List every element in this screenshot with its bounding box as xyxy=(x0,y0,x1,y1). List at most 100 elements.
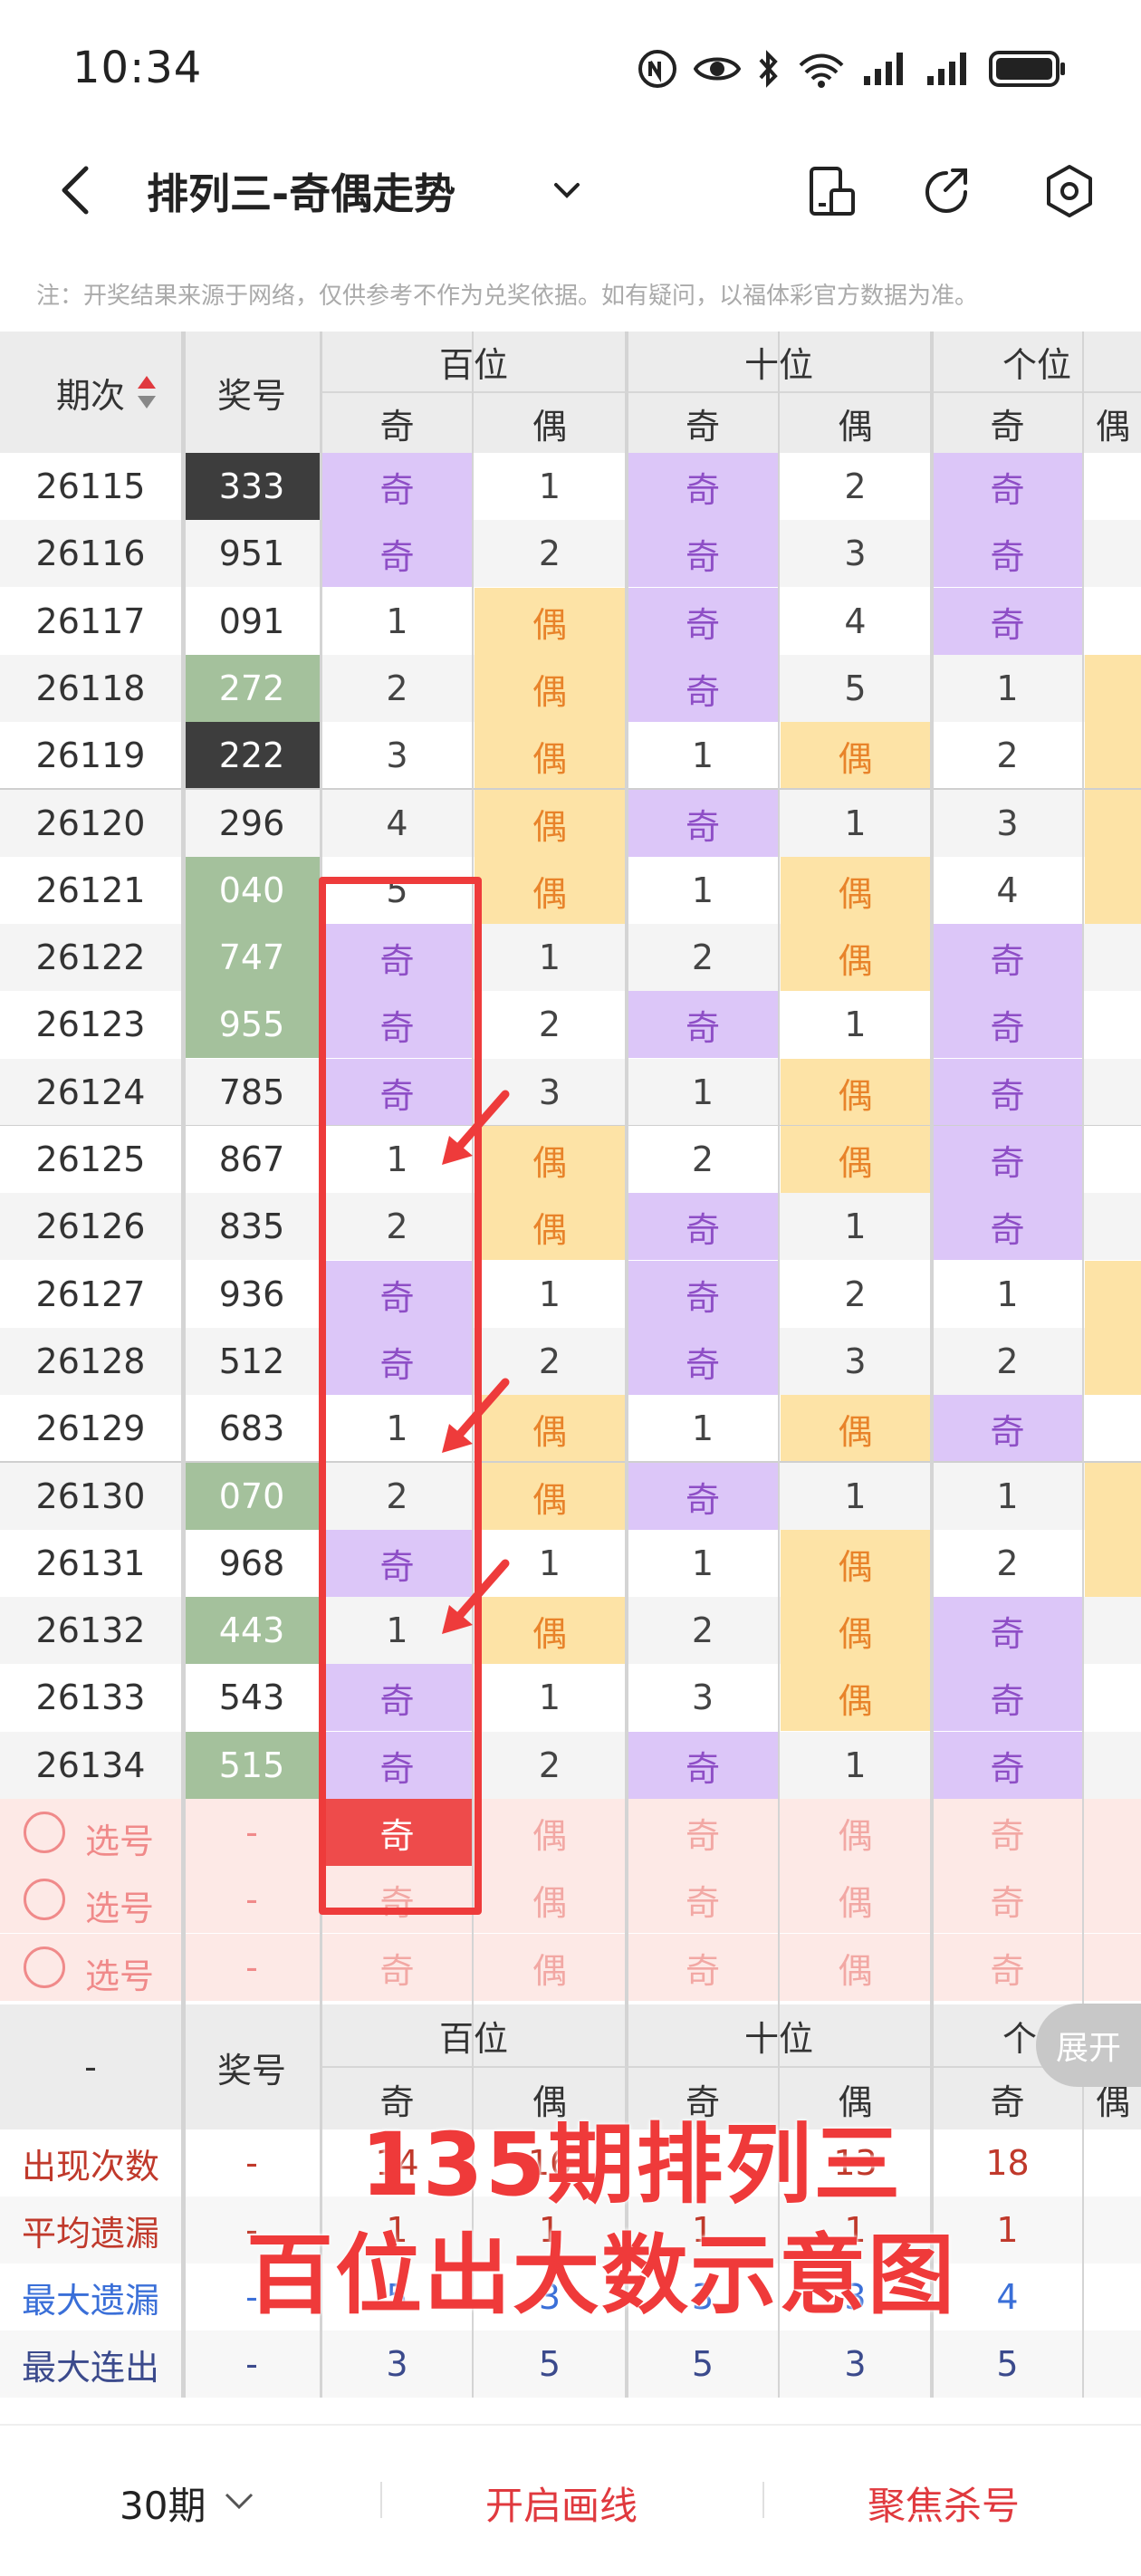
select-option[interactable]: 奇 xyxy=(322,1934,472,2001)
focus-kill-button[interactable]: 聚焦杀号 xyxy=(868,2475,1020,2531)
status-bar: 10:34 xyxy=(0,0,1141,136)
select-option[interactable]: 偶 xyxy=(475,1934,625,2001)
odd-miss-cell: 2 xyxy=(691,937,714,977)
issue-cell: 26131 xyxy=(35,1543,146,1583)
issue-cell: 26134 xyxy=(35,1745,146,1785)
even-miss-cell: 2 xyxy=(538,533,561,573)
even-hit-cell: 偶 xyxy=(475,1463,625,1530)
stats-label: 平均遗漏 xyxy=(21,2213,159,2254)
column-divider xyxy=(930,332,934,2398)
odd-hit-cell: 奇 xyxy=(933,1732,1082,1799)
toolbar-divider xyxy=(762,2482,764,2518)
arrow-annotation-icon xyxy=(442,1559,510,1634)
even-cell-clipped xyxy=(1085,722,1141,789)
odd-miss-cell: 1 xyxy=(691,870,714,910)
select-option[interactable]: 偶 xyxy=(475,1866,625,1933)
issue-cell: 26120 xyxy=(35,803,146,843)
select-option[interactable]: 偶 xyxy=(781,1934,930,2001)
odd-hit-cell: 奇 xyxy=(628,1463,778,1530)
odd-hit-cell: 奇 xyxy=(628,520,778,587)
overlay-title-line2: 百位出大数示意图 xyxy=(246,2225,956,2326)
number-cell: 515 xyxy=(184,1732,320,1799)
device-switch-icon[interactable] xyxy=(801,161,860,221)
nfc-icon xyxy=(638,50,676,88)
select-option[interactable]: 偶 xyxy=(475,1799,625,1866)
odd-hit-cell: 奇 xyxy=(628,991,778,1058)
chevron-down-icon[interactable] xyxy=(551,174,583,207)
odd-hit-cell: 奇 xyxy=(933,1059,1082,1126)
even-cell-clipped xyxy=(1085,1664,1141,1731)
select-radio-icon[interactable] xyxy=(24,1946,65,1988)
issue-cell: 26116 xyxy=(35,533,146,573)
odd-miss-cell: 1 xyxy=(691,1072,714,1112)
even-miss-cell: 2 xyxy=(844,1274,867,1314)
select-label: 选号 xyxy=(85,1821,155,1861)
even-cell-clipped xyxy=(1085,790,1141,857)
even-cell-clipped xyxy=(1085,1463,1141,1530)
number-cell: 296 xyxy=(218,803,285,843)
even-hit-cell: 偶 xyxy=(475,857,625,924)
share-icon[interactable] xyxy=(916,161,976,221)
stats-value: 18 xyxy=(985,2143,1030,2183)
even-miss-cell: 3 xyxy=(844,1341,867,1381)
issue-cell: 26115 xyxy=(35,466,146,506)
sort-icon[interactable] xyxy=(136,374,158,410)
period-select[interactable]: 30期 xyxy=(120,2475,206,2531)
odd-miss-cell: 4 xyxy=(996,870,1019,910)
even-hit-cell: 偶 xyxy=(781,1395,930,1462)
page-title[interactable]: 排列三-奇偶走势 xyxy=(147,161,455,221)
expand-button[interactable]: 展开 xyxy=(1036,2004,1141,2087)
select-option[interactable]: 奇 xyxy=(933,1799,1082,1866)
back-arrow-icon[interactable] xyxy=(50,161,104,219)
even-cell-clipped xyxy=(1085,1126,1141,1193)
draw-line-button[interactable]: 开启画线 xyxy=(485,2475,638,2531)
even-hit-cell: 偶 xyxy=(781,857,930,924)
select-option[interactable]: 偶 xyxy=(781,1866,930,1933)
select-option[interactable]: 奇 xyxy=(628,1866,778,1933)
number-cell: 785 xyxy=(218,1072,285,1112)
battery-icon xyxy=(989,51,1065,87)
stats-header-dash: - xyxy=(84,2047,97,2087)
odd-miss-cell: 3 xyxy=(386,735,408,775)
stats-value: 3 xyxy=(844,2344,867,2384)
eye-icon xyxy=(694,57,741,81)
odd-miss-cell: 2 xyxy=(996,1543,1019,1583)
status-time: 10:34 xyxy=(72,43,203,93)
chevron-down-icon[interactable] xyxy=(223,2491,255,2513)
issue-cell: 26117 xyxy=(35,601,146,641)
even-miss-cell: 1 xyxy=(844,1476,867,1516)
select-dash: - xyxy=(245,1879,258,1919)
select-option[interactable]: 奇 xyxy=(628,1799,778,1866)
even-hit-cell: 偶 xyxy=(781,924,930,991)
select-radio-icon[interactable] xyxy=(24,1879,65,1920)
even-hit-cell: 偶 xyxy=(475,1193,625,1260)
odd-miss-cell: 2 xyxy=(996,1341,1019,1381)
settings-icon[interactable] xyxy=(1040,161,1099,221)
odd-hit-cell: 奇 xyxy=(933,991,1082,1058)
issue-cell: 26124 xyxy=(35,1072,146,1112)
number-cell: 955 xyxy=(184,991,320,1058)
select-option[interactable]: 奇 xyxy=(628,1934,778,2001)
select-option[interactable]: 奇 xyxy=(933,1934,1082,2001)
bluetooth-icon xyxy=(759,50,778,88)
select-radio-icon[interactable] xyxy=(24,1812,65,1853)
odd-hit-cell: 奇 xyxy=(933,1395,1082,1462)
even-cell-clipped xyxy=(1085,1530,1141,1597)
select-option[interactable]: 偶 xyxy=(781,1799,930,1866)
number-cell: 091 xyxy=(218,601,285,641)
even-hit-cell: 偶 xyxy=(475,588,625,655)
issue-cell: 26118 xyxy=(35,668,146,708)
subheader-even: 偶 xyxy=(1095,406,1130,447)
odd-hit-cell: 奇 xyxy=(933,588,1082,655)
issue-cell: 26126 xyxy=(35,1206,146,1246)
even-cell-clipped xyxy=(1085,1328,1141,1395)
subheader-odd: 奇 xyxy=(685,406,720,447)
number-cell: 936 xyxy=(218,1274,285,1314)
number-cell: 512 xyxy=(218,1341,285,1381)
issue-cell: 26123 xyxy=(35,1004,146,1044)
even-miss-cell: 1 xyxy=(844,803,867,843)
stats-dash: - xyxy=(245,2143,258,2183)
even-cell-clipped xyxy=(1085,520,1141,587)
even-miss-cell: 1 xyxy=(538,466,561,506)
select-option[interactable]: 奇 xyxy=(933,1866,1082,1933)
